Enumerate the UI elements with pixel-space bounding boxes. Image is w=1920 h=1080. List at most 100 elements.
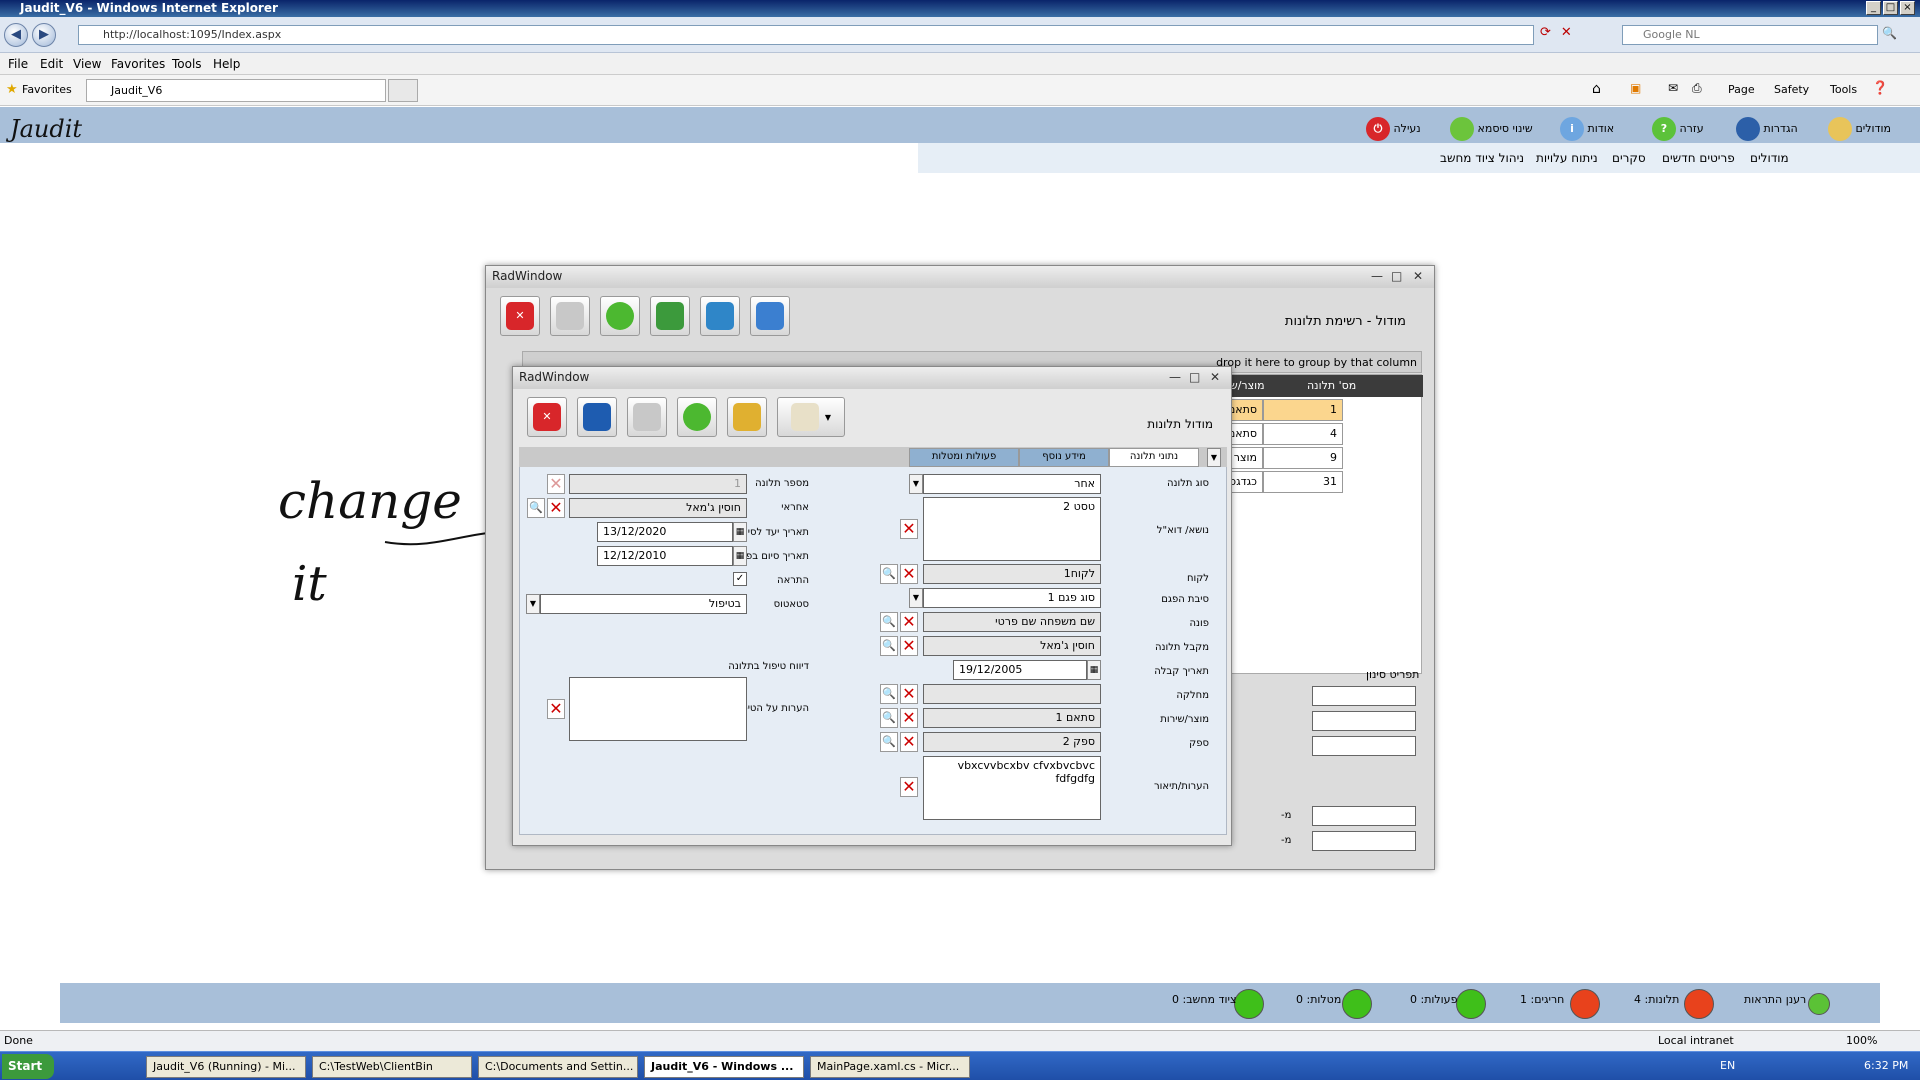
- subject-textarea[interactable]: טסט 2: [923, 497, 1101, 561]
- task-item-5[interactable]: MainPage.xaml.cs - Micr...: [810, 1056, 970, 1078]
- customer-field[interactable]: לקוח1: [923, 564, 1101, 584]
- received-date-field[interactable]: 19/12/2005: [953, 660, 1087, 680]
- forward-icon[interactable]: ▶: [32, 23, 56, 47]
- grid-row-1-no[interactable]: 1: [1263, 399, 1343, 421]
- status-dropdown-icon[interactable]: ▼: [526, 594, 540, 614]
- department-clear-icon[interactable]: ✕: [900, 684, 918, 704]
- favorites-button[interactable]: Favorites: [22, 83, 72, 96]
- filter-field-2[interactable]: [1312, 711, 1416, 731]
- language-indicator[interactable]: EN: [1720, 1059, 1735, 1072]
- outer-refresh-button[interactable]: [600, 296, 640, 336]
- supplier-clear-icon[interactable]: ✕: [900, 732, 918, 752]
- home-icon[interactable]: ⌂: [1592, 81, 1601, 97]
- handling-notes-textarea[interactable]: [569, 677, 747, 741]
- filter-field-3[interactable]: [1312, 736, 1416, 756]
- topmenu-change-password[interactable]: שינוי סיסמא: [1450, 117, 1533, 141]
- tasks-count[interactable]: מטלות: 0: [1296, 993, 1341, 1006]
- contact-search-icon[interactable]: 🔍: [880, 612, 898, 632]
- menu-file[interactable]: File: [8, 57, 28, 71]
- grid-row-3-no[interactable]: 9: [1263, 447, 1343, 469]
- notes-clear-icon[interactable]: ✕: [900, 777, 918, 797]
- alert-checkbox[interactable]: ✓: [733, 572, 747, 586]
- customer-clear-icon[interactable]: ✕: [900, 564, 918, 584]
- inner-maximize-icon[interactable]: □: [1189, 370, 1200, 384]
- search-icon[interactable]: 🔍: [1882, 26, 1897, 40]
- actions-count[interactable]: פעולות: 0: [1410, 993, 1457, 1006]
- complaints-count[interactable]: תלונות: 4: [1634, 993, 1679, 1006]
- complaint-type-select[interactable]: אחר: [923, 474, 1101, 494]
- notes-textarea[interactable]: vbxcvvbcxbv cfvxbvcbvc fdfgdfg: [923, 756, 1101, 820]
- inner-save-button[interactable]: [577, 397, 617, 437]
- receiver-clear-icon[interactable]: ✕: [900, 636, 918, 656]
- menu-help[interactable]: Help: [213, 57, 240, 71]
- outer-chart-button[interactable]: [750, 296, 790, 336]
- inner-minimize-icon[interactable]: —: [1169, 370, 1181, 384]
- complaint-type-dropdown-icon[interactable]: ▼: [909, 474, 923, 494]
- topmenu-about[interactable]: אודות i: [1560, 117, 1614, 141]
- topmenu-modules[interactable]: מודולים: [1828, 117, 1891, 141]
- status-select[interactable]: בטיפול: [540, 594, 747, 614]
- refresh-alerts-icon[interactable]: [1808, 993, 1830, 1015]
- start-button[interactable]: Start: [2, 1054, 54, 1079]
- topmenu-settings[interactable]: הגדרות: [1736, 117, 1798, 141]
- equipment-count[interactable]: ציוד מחשב: 0: [1172, 993, 1237, 1006]
- grid-row-4-no[interactable]: 31: [1263, 471, 1343, 493]
- outer-maximize-icon[interactable]: □: [1391, 269, 1402, 283]
- inner-refresh-button[interactable]: [677, 397, 717, 437]
- receiver-search-icon[interactable]: 🔍: [880, 636, 898, 656]
- fault-reason-select[interactable]: סוג פגם 1: [923, 588, 1101, 608]
- mail-icon[interactable]: ✉: [1668, 81, 1678, 95]
- menu-favorites[interactable]: Favorites: [111, 57, 165, 71]
- department-field[interactable]: [923, 684, 1101, 704]
- contact-clear-icon[interactable]: ✕: [900, 612, 918, 632]
- actual-end-date-field[interactable]: 12/12/2010: [597, 546, 733, 566]
- task-item-2[interactable]: C:\TestWeb\ClientBin: [312, 1056, 472, 1078]
- receiver-field[interactable]: חוסין ג'מאל: [923, 636, 1101, 656]
- responsible-search-icon[interactable]: 🔍: [527, 498, 545, 518]
- supplier-field[interactable]: ספק 2: [923, 732, 1101, 752]
- task-item-1[interactable]: Jaudit_V6 (Running) - Mi...: [146, 1056, 306, 1078]
- tab-complaint-data[interactable]: נתוני תלונה: [1109, 448, 1199, 467]
- maximize-button[interactable]: □: [1883, 1, 1898, 15]
- target-date-calendar-icon[interactable]: ▦: [733, 522, 747, 542]
- outer-import-button[interactable]: [700, 296, 740, 336]
- browser-tab[interactable]: Jaudit_V6: [86, 79, 386, 102]
- help-icon[interactable]: ❓: [1872, 81, 1888, 96]
- close-button[interactable]: ×: [1900, 1, 1915, 15]
- tab-scroll-button[interactable]: ▼: [1207, 448, 1221, 467]
- address-bar[interactable]: http://localhost:1095/Index.aspx: [78, 25, 1534, 45]
- inner-report-dropdown[interactable]: ▼: [777, 397, 845, 437]
- grid-row-2-no[interactable]: 4: [1263, 423, 1343, 445]
- product-clear-icon[interactable]: ✕: [900, 708, 918, 728]
- menu-edit[interactable]: Edit: [40, 57, 63, 71]
- outer-minimize-icon[interactable]: —: [1371, 269, 1383, 283]
- inner-cancel-button[interactable]: ✕: [527, 397, 567, 437]
- submenu-cost-analysis[interactable]: ניתוח עלויות: [1536, 151, 1598, 165]
- submenu-computer-equipment[interactable]: ניהול ציוד מחשב: [1440, 151, 1524, 165]
- topmenu-help[interactable]: עזרה ?: [1652, 117, 1704, 141]
- exceptions-count[interactable]: חריגים: 1: [1520, 993, 1564, 1006]
- contact-field[interactable]: שם משפחה שם פרטי: [923, 612, 1101, 632]
- submenu-surveys[interactable]: סקרים: [1612, 151, 1646, 165]
- inner-attach-button[interactable]: [627, 397, 667, 437]
- topmenu-lock[interactable]: נעילה ⏻: [1366, 117, 1421, 141]
- zoom-level[interactable]: 100%: [1846, 1034, 1877, 1047]
- minimize-button[interactable]: _: [1866, 1, 1881, 15]
- outer-cancel-button[interactable]: ✕: [500, 296, 540, 336]
- filter-from-date-2[interactable]: [1312, 831, 1416, 851]
- inner-coins-button[interactable]: [727, 397, 767, 437]
- filter-from-date-1[interactable]: [1312, 806, 1416, 826]
- menu-view[interactable]: View: [73, 57, 101, 71]
- handling-notes-clear-icon[interactable]: ✕: [547, 699, 565, 719]
- search-input[interactable]: Google NL: [1622, 25, 1878, 45]
- outer-attach-button[interactable]: [550, 296, 590, 336]
- supplier-search-icon[interactable]: 🔍: [880, 732, 898, 752]
- target-date-field[interactable]: 13/12/2020: [597, 522, 733, 542]
- product-search-icon[interactable]: 🔍: [880, 708, 898, 728]
- outer-close-icon[interactable]: ✕: [1413, 269, 1423, 283]
- feeds-icon[interactable]: ▣: [1630, 81, 1641, 95]
- submenu-modules[interactable]: מודולים: [1750, 151, 1789, 165]
- page-menu[interactable]: Page: [1728, 83, 1755, 96]
- tab-extra-info[interactable]: מידע נוסף: [1019, 448, 1109, 467]
- responsible-clear-icon[interactable]: ✕: [547, 498, 565, 518]
